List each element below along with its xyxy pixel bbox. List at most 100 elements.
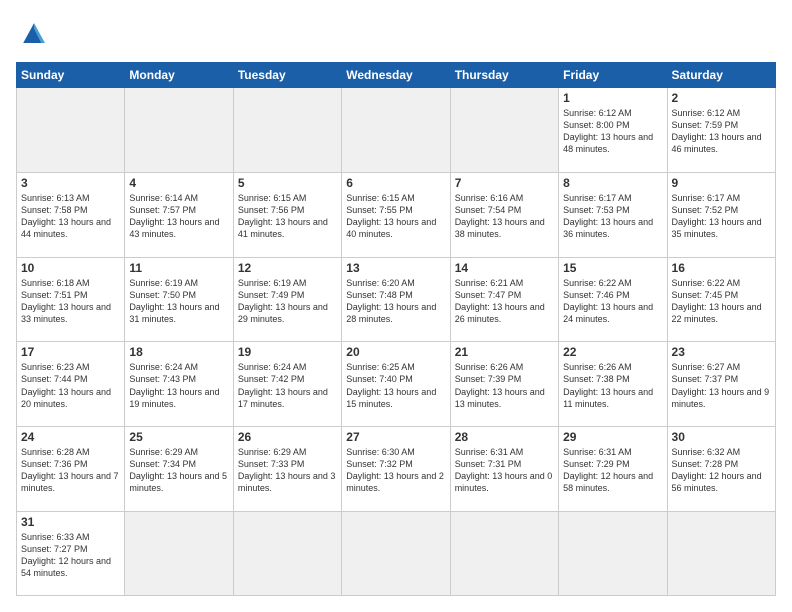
day-number: 23 (672, 345, 771, 359)
calendar-cell: 10Sunrise: 6:18 AM Sunset: 7:51 PM Dayli… (17, 257, 125, 342)
day-number: 1 (563, 91, 662, 105)
weekday-header-sunday: Sunday (17, 63, 125, 88)
day-info: Sunrise: 6:25 AM Sunset: 7:40 PM Dayligh… (346, 361, 445, 410)
day-number: 17 (21, 345, 120, 359)
day-info: Sunrise: 6:19 AM Sunset: 7:50 PM Dayligh… (129, 277, 228, 326)
calendar-cell: 19 Sunrise: 6:24 AM Sunset: 7:42 PM Dayli… (233, 342, 341, 427)
calendar-cell (667, 511, 775, 595)
calendar-cell (125, 511, 233, 595)
calendar-cell: 16Sunrise: 6:22 AM Sunset: 7:45 PM Dayli… (667, 257, 775, 342)
calendar-cell: 23Sunrise: 6:27 AM Sunset: 7:37 PM Dayli… (667, 342, 775, 427)
day-info: Sunrise: 6:26 AM Sunset: 7:38 PM Dayligh… (563, 361, 662, 410)
calendar-cell: 15 Sunrise: 6:22 AM Sunset: 7:46 PM Dayli… (559, 257, 667, 342)
day-info: Sunrise: 6:19 AM Sunset: 7:49 PM Dayligh… (238, 277, 337, 326)
day-info: Sunrise: 6:22 AM Sunset: 7:46 PM Dayligh… (563, 277, 662, 326)
calendar-cell: 14 Sunrise: 6:21 AM Sunset: 7:47 PM Dayli… (450, 257, 558, 342)
calendar-cell: 11 Sunrise: 6:19 AM Sunset: 7:50 PM Dayli… (125, 257, 233, 342)
day-info: Sunrise: 6:15 AM Sunset: 7:55 PM Dayligh… (346, 192, 445, 241)
day-info: Sunrise: 6:31 AM Sunset: 7:31 PM Dayligh… (455, 446, 554, 495)
calendar-cell: 6 Sunrise: 6:15 AM Sunset: 7:55 PM Daylig… (342, 172, 450, 257)
day-info: Sunrise: 6:33 AM Sunset: 7:27 PM Dayligh… (21, 531, 120, 580)
weekday-header-friday: Friday (559, 63, 667, 88)
calendar-cell: 24 Sunrise: 6:28 AM Sunset: 7:36 PM Dayli… (17, 427, 125, 512)
calendar-cell: 1 Sunrise: 6:12 AM Sunset: 8:00 PM Daylig… (559, 88, 667, 173)
day-number: 26 (238, 430, 337, 444)
calendar-cell: 25 Sunrise: 6:29 AM Sunset: 7:34 PM Dayli… (125, 427, 233, 512)
calendar-cell (342, 88, 450, 173)
calendar-cell (342, 511, 450, 595)
logo (16, 16, 58, 52)
day-number: 27 (346, 430, 445, 444)
day-number: 2 (672, 91, 771, 105)
calendar-cell: 31 Sunrise: 6:33 AM Sunset: 7:27 PM Dayli… (17, 511, 125, 595)
calendar-cell: 27 Sunrise: 6:30 AM Sunset: 7:32 PM Dayli… (342, 427, 450, 512)
day-number: 11 (129, 261, 228, 275)
day-info: Sunrise: 6:24 AM Sunset: 7:43 PM Dayligh… (129, 361, 228, 410)
day-info: Sunrise: 6:24 AM Sunset: 7:42 PM Dayligh… (238, 361, 337, 410)
calendar-cell: 26Sunrise: 6:29 AM Sunset: 7:33 PM Dayli… (233, 427, 341, 512)
day-info: Sunrise: 6:26 AM Sunset: 7:39 PM Dayligh… (455, 361, 554, 410)
day-number: 12 (238, 261, 337, 275)
day-number: 15 (563, 261, 662, 275)
day-info: Sunrise: 6:16 AM Sunset: 7:54 PM Dayligh… (455, 192, 554, 241)
weekday-header-monday: Monday (125, 63, 233, 88)
day-number: 25 (129, 430, 228, 444)
day-number: 28 (455, 430, 554, 444)
calendar-cell: 7 Sunrise: 6:16 AM Sunset: 7:54 PM Daylig… (450, 172, 558, 257)
calendar-cell: 30 Sunrise: 6:32 AM Sunset: 7:28 PM Dayli… (667, 427, 775, 512)
calendar-cell: 21 Sunrise: 6:26 AM Sunset: 7:39 PM Dayli… (450, 342, 558, 427)
day-number: 8 (563, 176, 662, 190)
calendar-cell: 3 Sunrise: 6:13 AM Sunset: 7:58 PM Daylig… (17, 172, 125, 257)
calendar-table: SundayMondayTuesdayWednesdayThursdayFrid… (16, 62, 776, 596)
calendar-cell (559, 511, 667, 595)
day-number: 13 (346, 261, 445, 275)
calendar-cell: 2Sunrise: 6:12 AM Sunset: 7:59 PM Daylig… (667, 88, 775, 173)
calendar-cell (17, 88, 125, 173)
calendar-cell (450, 511, 558, 595)
day-info: Sunrise: 6:23 AM Sunset: 7:44 PM Dayligh… (21, 361, 120, 410)
day-number: 20 (346, 345, 445, 359)
day-info: Sunrise: 6:20 AM Sunset: 7:48 PM Dayligh… (346, 277, 445, 326)
generalblue-logo-icon (16, 16, 52, 52)
day-number: 19 (238, 345, 337, 359)
day-number: 24 (21, 430, 120, 444)
day-number: 3 (21, 176, 120, 190)
calendar-cell: 8 Sunrise: 6:17 AM Sunset: 7:53 PM Daylig… (559, 172, 667, 257)
calendar-cell: 12 Sunrise: 6:19 AM Sunset: 7:49 PM Dayli… (233, 257, 341, 342)
day-number: 18 (129, 345, 228, 359)
day-number: 9 (672, 176, 771, 190)
day-number: 31 (21, 515, 120, 529)
day-number: 21 (455, 345, 554, 359)
day-number: 30 (672, 430, 771, 444)
day-info: Sunrise: 6:21 AM Sunset: 7:47 PM Dayligh… (455, 277, 554, 326)
weekday-header-thursday: Thursday (450, 63, 558, 88)
day-info: Sunrise: 6:29 AM Sunset: 7:34 PM Dayligh… (129, 446, 228, 495)
calendar-cell: 17 Sunrise: 6:23 AM Sunset: 7:44 PM Dayli… (17, 342, 125, 427)
day-number: 6 (346, 176, 445, 190)
day-info: Sunrise: 6:15 AM Sunset: 7:56 PM Dayligh… (238, 192, 337, 241)
header (16, 16, 776, 52)
calendar-cell: 29 Sunrise: 6:31 AM Sunset: 7:29 PM Dayli… (559, 427, 667, 512)
day-info: Sunrise: 6:30 AM Sunset: 7:32 PM Dayligh… (346, 446, 445, 495)
day-number: 4 (129, 176, 228, 190)
day-info: Sunrise: 6:31 AM Sunset: 7:29 PM Dayligh… (563, 446, 662, 495)
calendar-cell: 20 Sunrise: 6:25 AM Sunset: 7:40 PM Dayli… (342, 342, 450, 427)
day-info: Sunrise: 6:17 AM Sunset: 7:53 PM Dayligh… (563, 192, 662, 241)
day-number: 14 (455, 261, 554, 275)
day-info: Sunrise: 6:12 AM Sunset: 8:00 PM Dayligh… (563, 107, 662, 156)
calendar-cell: 18 Sunrise: 6:24 AM Sunset: 7:43 PM Dayli… (125, 342, 233, 427)
day-number: 29 (563, 430, 662, 444)
day-info: Sunrise: 6:28 AM Sunset: 7:36 PM Dayligh… (21, 446, 120, 495)
day-info: Sunrise: 6:18 AM Sunset: 7:51 PM Dayligh… (21, 277, 120, 326)
day-info: Sunrise: 6:32 AM Sunset: 7:28 PM Dayligh… (672, 446, 771, 495)
calendar-cell: 28 Sunrise: 6:31 AM Sunset: 7:31 PM Dayli… (450, 427, 558, 512)
day-number: 7 (455, 176, 554, 190)
day-info: Sunrise: 6:17 AM Sunset: 7:52 PM Dayligh… (672, 192, 771, 241)
day-info: Sunrise: 6:13 AM Sunset: 7:58 PM Dayligh… (21, 192, 120, 241)
calendar-cell: 9 Sunrise: 6:17 AM Sunset: 7:52 PM Daylig… (667, 172, 775, 257)
calendar-cell (125, 88, 233, 173)
day-info: Sunrise: 6:22 AM Sunset: 7:45 PM Dayligh… (672, 277, 771, 326)
day-info: Sunrise: 6:14 AM Sunset: 7:57 PM Dayligh… (129, 192, 228, 241)
weekday-header-wednesday: Wednesday (342, 63, 450, 88)
calendar-cell (233, 88, 341, 173)
